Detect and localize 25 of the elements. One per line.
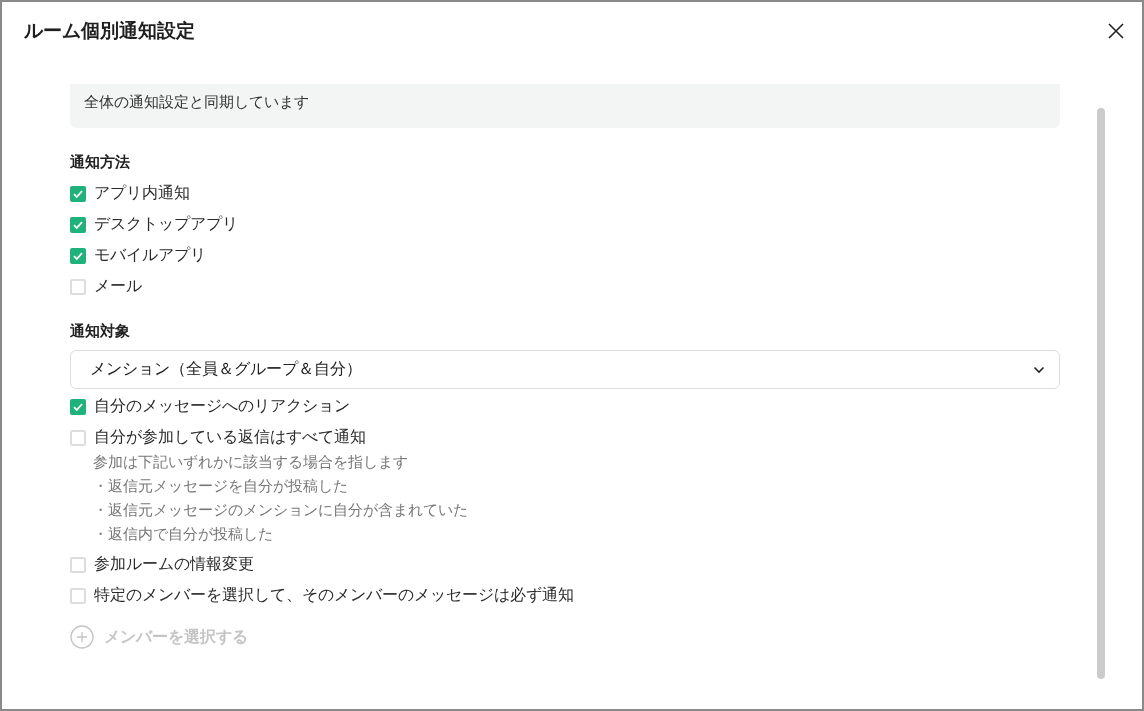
option-label: 特定のメンバーを選択して、そのメンバーのメッセージは必ず通知 — [94, 585, 574, 606]
checkbox[interactable] — [70, 247, 86, 264]
option-description-item: ・返信内で自分が投稿した — [92, 524, 274, 545]
dialog-title: ルーム個別通知設定 — [24, 18, 195, 43]
scrollbar[interactable] — [1097, 108, 1105, 679]
option-description-item: ・返信元メッセージを自分が投稿した — [92, 476, 349, 497]
option-label: メール — [94, 276, 142, 297]
section-heading: 通知方法 — [70, 153, 131, 172]
option-label: モバイルアプリ — [94, 245, 206, 266]
option-label: 参加ルームの情報変更 — [94, 554, 254, 575]
plus-circle-icon — [70, 625, 94, 649]
option-description: 参加は下記いずれかに該当する場合を指します — [92, 452, 409, 473]
option-label: アプリ内通知 — [94, 183, 190, 204]
chevron-down-icon — [1033, 365, 1045, 374]
option-label: デスクトップアプリ — [94, 214, 238, 235]
option-label: 自分のメッセージへのリアクション — [94, 396, 350, 417]
close-icon — [1108, 23, 1124, 39]
option-label: 自分が参加している返信はすべて通知 — [94, 427, 366, 448]
section-heading: 通知対象 — [70, 322, 131, 341]
option-description-item: ・返信元メッセージのメンションに自分が含まれていた — [92, 500, 469, 521]
checkbox[interactable] — [70, 216, 86, 233]
checkbox[interactable] — [70, 398, 86, 415]
notification-target-dropdown[interactable]: メンション（全員＆グループ＆自分） — [70, 350, 1060, 389]
sync-banner: 全体の通知設定と同期しています — [70, 84, 1060, 128]
checkbox[interactable] — [70, 185, 86, 202]
